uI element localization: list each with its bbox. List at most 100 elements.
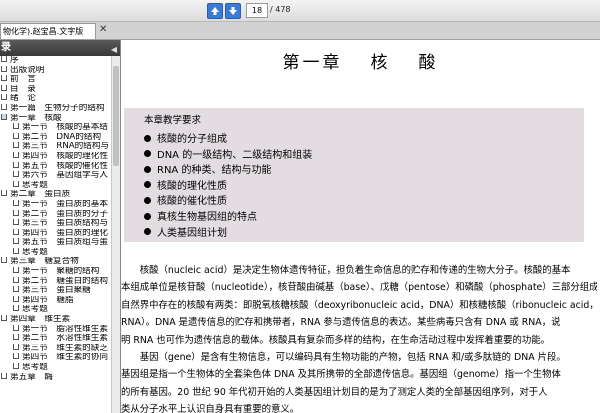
outline-item[interactable]: 第二节 糖蛋白的结构 xyxy=(0,276,112,287)
outline-item-label: 第二章 蛋白质 xyxy=(10,190,71,200)
outline-item[interactable]: 第一章 核酸 xyxy=(0,113,112,124)
close-tab-icon[interactable]: ✕ xyxy=(99,25,107,35)
bullet-icon xyxy=(144,196,151,204)
outline-item[interactable]: 第三节 RNA的结构与 xyxy=(0,142,112,152)
paragraph-line: 类从分子水平上认识自身具有重要的意义。 xyxy=(121,404,300,413)
outline-item[interactable]: 第四章 维生素 xyxy=(0,315,112,325)
page-icon xyxy=(13,123,19,130)
outline-item[interactable]: 前 言 xyxy=(0,75,112,85)
paragraph-line: 明 RNA 也可作为遗传信息的载体。核酸具有复杂而多样的结构，在生命活动过程中发… xyxy=(121,334,551,346)
page-icon xyxy=(1,257,7,264)
outline-item[interactable]: 第二节 蛋白质的分子 xyxy=(0,209,112,220)
outline-item[interactable]: 第五节 核酸的催化性 xyxy=(0,161,112,172)
page-icon xyxy=(13,353,19,360)
outline-item[interactable]: 思考题 xyxy=(0,180,112,191)
page-total: / 478 xyxy=(270,5,291,14)
outline-item[interactable]: 第一篇 生物分子的结构 xyxy=(0,103,112,114)
outline-item[interactable]: 思考题 xyxy=(0,363,112,373)
bullet-icon xyxy=(144,181,151,189)
outline-item[interactable]: 第四节 糖脂 xyxy=(0,295,112,306)
outline-item-label: 第四章 维生素 xyxy=(10,315,71,325)
outline-tree: 序出版说明前 言目 录绪 论第一篇 生物分子的结构 第一章 核酸 第一节 核酸的基本… xyxy=(0,56,112,413)
outline-item[interactable]: 第一节 核酸的基本结 xyxy=(0,123,112,133)
outline-item[interactable]: 第四节 蛋白质的理化 xyxy=(0,228,112,239)
page-icon xyxy=(1,103,7,110)
page-number-input[interactable]: 18 xyxy=(246,3,268,18)
outline-item[interactable]: 思考题 xyxy=(0,305,112,315)
bullet-icon xyxy=(144,150,151,158)
outline-item[interactable]: 第五节 蛋白质组与蛋 xyxy=(0,238,112,248)
outline-item[interactable]: 第五章 酶 xyxy=(0,372,112,383)
outline-item[interactable]: 第三节 维生素的缺乏 xyxy=(0,343,112,354)
objective-text: 真核生物基因组的特点 xyxy=(157,212,257,223)
outline-item[interactable]: 第二节 水溶性维生素 xyxy=(0,334,112,344)
toolbar: 18 / 478 xyxy=(0,0,600,22)
outline-item[interactable]: 出版说明 xyxy=(0,65,112,76)
arrow-up-icon xyxy=(211,7,219,15)
outline-item-label: 思考题 xyxy=(22,305,48,315)
outline-item[interactable]: 思考题 xyxy=(0,247,112,258)
page-icon xyxy=(13,219,19,226)
outline-item-label: 第二节 DNA的结构 xyxy=(22,132,102,142)
page-icon xyxy=(13,171,19,178)
page-icon xyxy=(13,343,19,350)
outline-item[interactable]: 第六节 基因组学与人 xyxy=(0,171,112,181)
outline-item-label: 第四节 糖脂 xyxy=(22,295,74,305)
outline-item[interactable]: 序 xyxy=(0,56,112,66)
page-icon xyxy=(13,324,19,331)
outline-item[interactable]: 绪 论 xyxy=(0,94,112,104)
paragraph-line: 自然界中存在的核酸有两类：即脱氧核糖核酸（deoxyribonucleic ac… xyxy=(121,299,597,311)
page-icon xyxy=(1,315,7,322)
outline-item[interactable]: 第二章 蛋白质 xyxy=(0,190,112,200)
page-icon xyxy=(13,363,19,369)
outline-item-label: 第五章 酶 xyxy=(10,372,53,382)
outline-item-label: 思考题 xyxy=(22,180,48,190)
page-icon xyxy=(13,142,19,149)
outline-item-label: 第四节 蛋白质的理化 xyxy=(22,228,108,238)
document-tab[interactable]: 物化学).赵宝昌.文字版 xyxy=(0,23,96,39)
page-icon xyxy=(1,372,7,379)
page-down-button[interactable] xyxy=(225,3,241,19)
outline-item-label: 出版说明 xyxy=(10,65,45,75)
outline-item-label: 第三节 RNA的结构与 xyxy=(22,142,110,152)
outline-item-label: 思考题 xyxy=(22,363,48,372)
outline-item-label: 思考题 xyxy=(22,247,48,257)
objective-item: 核酸的分子组成 xyxy=(144,130,227,145)
outline-item[interactable]: 第二节 DNA的结构 xyxy=(0,132,112,143)
outline-item-label: 第四节 维生素的协同 xyxy=(22,353,108,363)
outline-item[interactable]: 第四节 维生素的协同 xyxy=(0,353,112,363)
page-icon xyxy=(13,276,19,283)
outline-item[interactable]: 第一节 脂溶性维生素 xyxy=(0,324,112,335)
bullet-icon xyxy=(144,165,151,173)
chapter-name-1: 核 xyxy=(370,53,391,73)
objective-text: 人类基因组计划 xyxy=(157,227,227,239)
sidebar-title: 录 xyxy=(1,42,11,53)
outline-item-label: 前 言 xyxy=(10,75,36,85)
sidebar-scrollbar[interactable] xyxy=(111,56,120,413)
page-icon xyxy=(13,161,19,168)
page-icon xyxy=(13,247,19,254)
outline-item-label: 第三节 蛋白质结构与 xyxy=(22,219,108,229)
page-up-button[interactable] xyxy=(207,3,223,19)
outline-item-label: 第三节 维生素的缺乏 xyxy=(22,343,108,353)
arrow-down-icon xyxy=(229,7,237,15)
objective-item: 核酸的理化性质 xyxy=(144,177,227,192)
outline-item-label: 第二节 水溶性维生素 xyxy=(22,334,108,344)
outline-item-label: 第一篇 生物分子的结构 xyxy=(10,103,105,113)
outline-item[interactable]: 第三章 糖复合物 xyxy=(0,257,112,267)
objective-text: RNA 的种类、结构与功能 xyxy=(157,165,272,177)
objective-text: 核酸的理化性质 xyxy=(157,180,227,192)
outline-item-label: 第一节 聚糖的结构 xyxy=(22,267,100,277)
page-icon xyxy=(13,267,19,274)
outline-item[interactable]: 第四节 核酸的理化性 xyxy=(0,151,112,162)
page-icon xyxy=(13,151,19,158)
scrollbar-thumb[interactable] xyxy=(113,66,119,166)
outline-item[interactable]: 目 录 xyxy=(0,84,112,95)
chapter-name-2: 酸 xyxy=(418,53,439,73)
outline-item[interactable]: 第三节 蛋白聚糖 xyxy=(0,286,112,296)
outline-item[interactable]: 第一节 聚糖的结构 xyxy=(0,267,112,277)
outline-item[interactable]: 第三节 蛋白质结构与 xyxy=(0,219,112,229)
paragraph-line: 基因（gene）是含有生物信息，可以编码具有生物功能的产物，包括 RNA 和/或… xyxy=(121,352,566,363)
outline-item-label: 第三节 蛋白聚糖 xyxy=(22,286,91,296)
outline-item[interactable]: 第一节 蛋白质的基本 xyxy=(0,199,112,210)
